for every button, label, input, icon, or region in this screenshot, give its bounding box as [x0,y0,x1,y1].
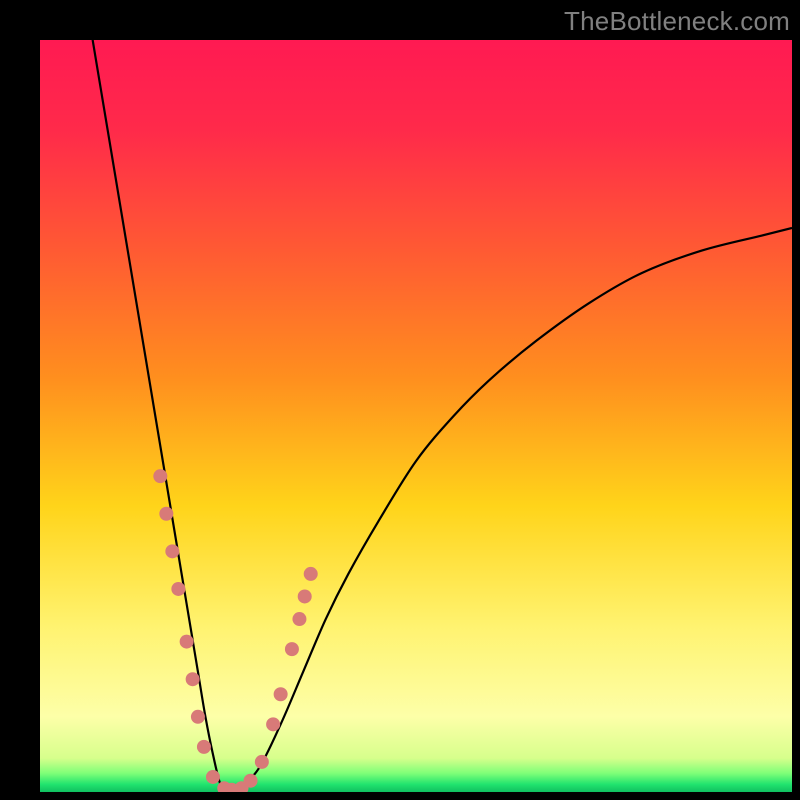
watermark-text: TheBottleneck.com [564,6,790,37]
outer-frame: TheBottleneck.com [0,0,800,800]
plot-area [40,40,792,792]
background-gradient [40,40,792,792]
